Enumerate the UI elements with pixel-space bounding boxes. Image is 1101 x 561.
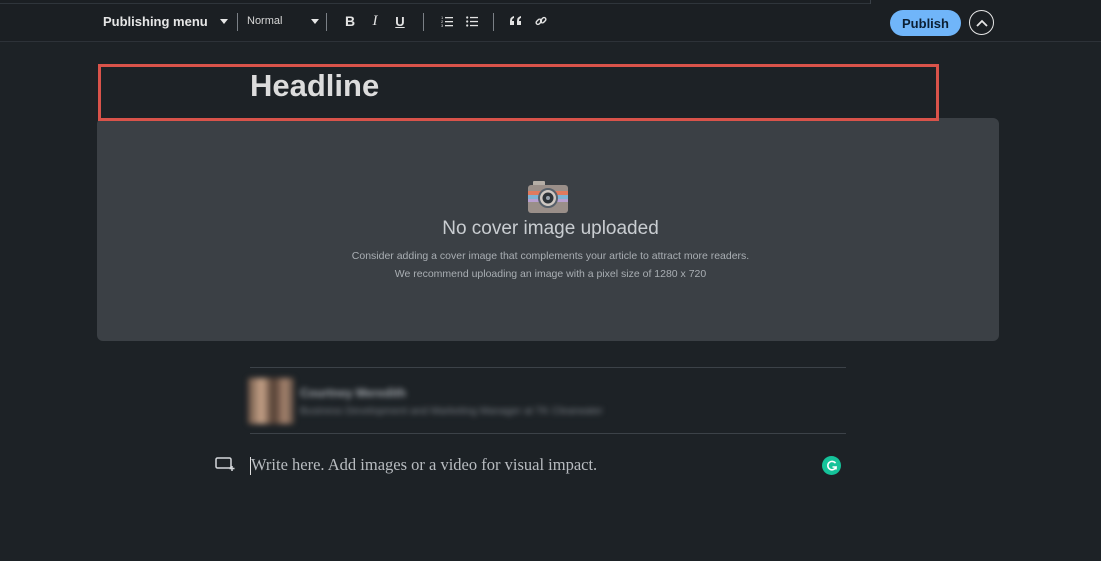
toolbar-divider — [326, 13, 327, 31]
publishing-menu-button[interactable]: Publishing menu — [103, 0, 228, 42]
author-headline: Business Development and Marketing Manag… — [300, 405, 603, 417]
grammarly-icon[interactable] — [822, 456, 841, 475]
headline-highlight-frame — [98, 64, 939, 121]
svg-text:3: 3 — [441, 23, 444, 27]
cover-hint-line-1: Consider adding a cover image that compl… — [351, 250, 750, 262]
add-media-icon[interactable] — [215, 456, 235, 477]
toolbar-divider — [237, 13, 238, 31]
underline-icon[interactable]: U — [391, 12, 409, 30]
chevron-down-icon — [219, 18, 228, 24]
text-style-value: Normal — [247, 15, 283, 27]
text-style-dropdown[interactable]: Normal — [247, 0, 320, 42]
toolbar-corner-divider — [870, 0, 871, 4]
chevron-down-icon — [311, 18, 320, 24]
article-body-input[interactable]: Write here. Add images or a video for vi… — [251, 455, 597, 475]
toolbar-divider — [493, 13, 494, 31]
quote-icon[interactable] — [507, 12, 525, 30]
editor-toolbar: Publishing menu Normal B I U 1 2 3 Publi… — [0, 0, 1101, 42]
bold-icon[interactable]: B — [341, 12, 359, 30]
avatar — [248, 378, 294, 424]
toolbar-divider — [423, 13, 424, 31]
publish-button[interactable]: Publish — [890, 10, 961, 36]
numbered-list-icon[interactable]: 1 2 3 — [438, 12, 456, 30]
author-name: Courtney Meredith — [300, 386, 407, 400]
bulleted-list-icon[interactable] — [463, 12, 481, 30]
publishing-menu-label: Publishing menu — [103, 13, 208, 29]
camera-icon — [527, 180, 569, 219]
italic-icon[interactable]: I — [366, 12, 384, 30]
author-divider-top — [250, 367, 846, 368]
collapse-up-icon[interactable] — [969, 10, 994, 35]
cover-empty-title: No cover image uploaded — [442, 218, 659, 239]
author-divider-bottom — [250, 433, 846, 434]
article-editor: Publishing menu Normal B I U 1 2 3 Publi… — [0, 0, 1101, 561]
link-icon[interactable] — [532, 12, 550, 30]
cover-hint-line-2: We recommend uploading an image with a p… — [394, 268, 707, 280]
author-card: Courtney Meredith Business Development a… — [248, 376, 693, 426]
